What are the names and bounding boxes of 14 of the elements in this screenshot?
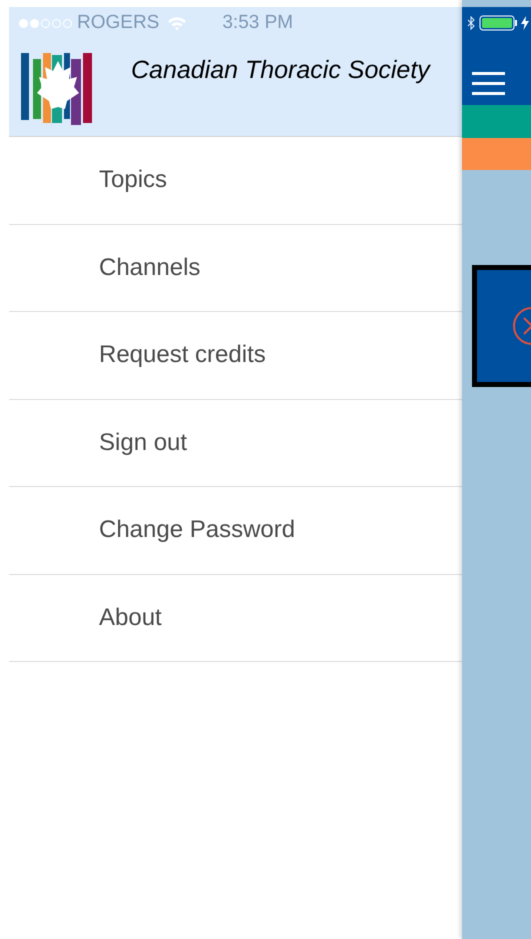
carrier-name: ROGERS [77, 10, 160, 35]
battery-icon [479, 15, 519, 31]
menu-item[interactable]: About [9, 574, 462, 662]
status-time: 3:53 PM [222, 10, 294, 35]
accent-stripe [462, 105, 531, 138]
menu-item[interactable]: Channels [9, 224, 462, 312]
logo-icon [21, 52, 95, 126]
app-title: Canadian Thoracic Society [131, 54, 430, 86]
highlight-stripe [462, 138, 531, 170]
bluetooth-icon [467, 16, 475, 30]
menu-icon[interactable] [472, 72, 505, 96]
charging-bolt-icon [521, 16, 529, 30]
menu-item[interactable]: Sign out [9, 400, 462, 487]
wifi-icon [167, 16, 188, 30]
